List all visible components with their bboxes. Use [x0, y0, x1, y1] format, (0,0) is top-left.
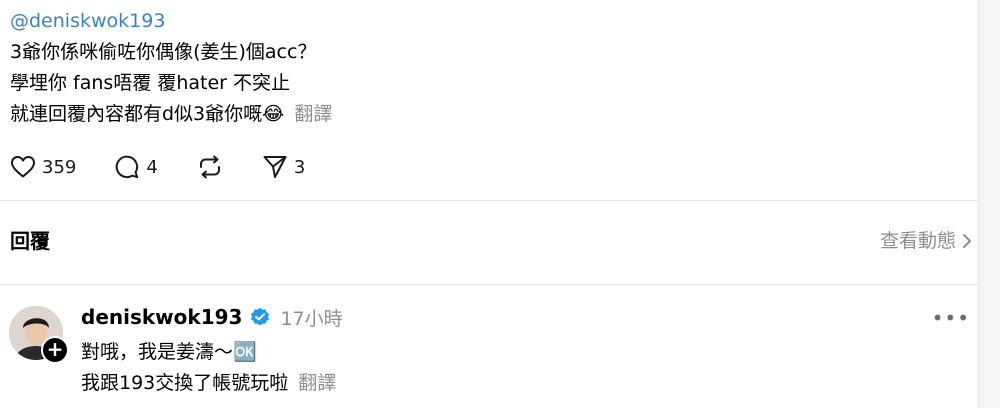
share-button[interactable]: 3 [262, 154, 305, 180]
chevron-right-icon [963, 234, 971, 248]
reply-line-2: 我跟193交換了帳號玩啦 [81, 372, 289, 394]
post-line-1: 3爺你係咪偷咗你偶像(姜生)個acc？ [10, 41, 317, 63]
translate-button[interactable]: 翻譯 [294, 103, 332, 125]
reply-translate-button[interactable]: 翻譯 [298, 372, 336, 394]
post-line-3: 就連回覆內容都有d似3爺你嘅😂 [10, 103, 285, 125]
reply-timestamp: 17小時 [280, 307, 343, 330]
repost-button[interactable] [196, 154, 224, 180]
post-actions: 359 4 3 [10, 152, 343, 182]
post-text: @deniskwok193 3爺你係咪偷咗你偶像(姜生)個acc？ 學埋你 fa… [10, 6, 332, 130]
divider [0, 200, 978, 201]
reply-username[interactable]: deniskwok193 [81, 305, 242, 329]
divider [0, 284, 978, 285]
comment-count: 4 [146, 156, 158, 178]
verified-badge-icon [251, 307, 270, 326]
post-line-2: 學埋你 fans唔覆 覆hater 不突止 [10, 72, 291, 94]
share-count: 3 [293, 156, 306, 178]
more-icon[interactable]: ••• [932, 306, 970, 330]
replies-heading: 回覆 [10, 229, 50, 253]
share-icon [263, 156, 287, 178]
reply-header: deniskwok193 17小時 [81, 302, 343, 332]
plus-icon[interactable]: + [41, 336, 69, 364]
thread-card: @deniskwok193 3爺你係咪偷咗你偶像(姜生)個acc？ 學埋你 fa… [0, 0, 979, 408]
like-button[interactable]: 359 [10, 155, 76, 179]
view-activity-label: 查看動態 [879, 230, 956, 252]
reply-avatar[interactable]: + [9, 306, 69, 364]
reply-text: 對哦，我是姜濤～🆗 我跟193交換了帳號玩啦 翻譯 [81, 337, 336, 399]
like-count: 359 [42, 156, 77, 178]
view-activity-link[interactable]: 查看動態 [880, 226, 972, 256]
comment-icon [116, 155, 139, 179]
comment-button[interactable]: 4 [114, 154, 158, 180]
reply-line-1: 對哦，我是姜濤～🆗 [81, 341, 257, 363]
mention-link[interactable]: @deniskwok193 [10, 10, 165, 32]
heart-icon [11, 156, 35, 178]
repost-icon [199, 155, 220, 179]
